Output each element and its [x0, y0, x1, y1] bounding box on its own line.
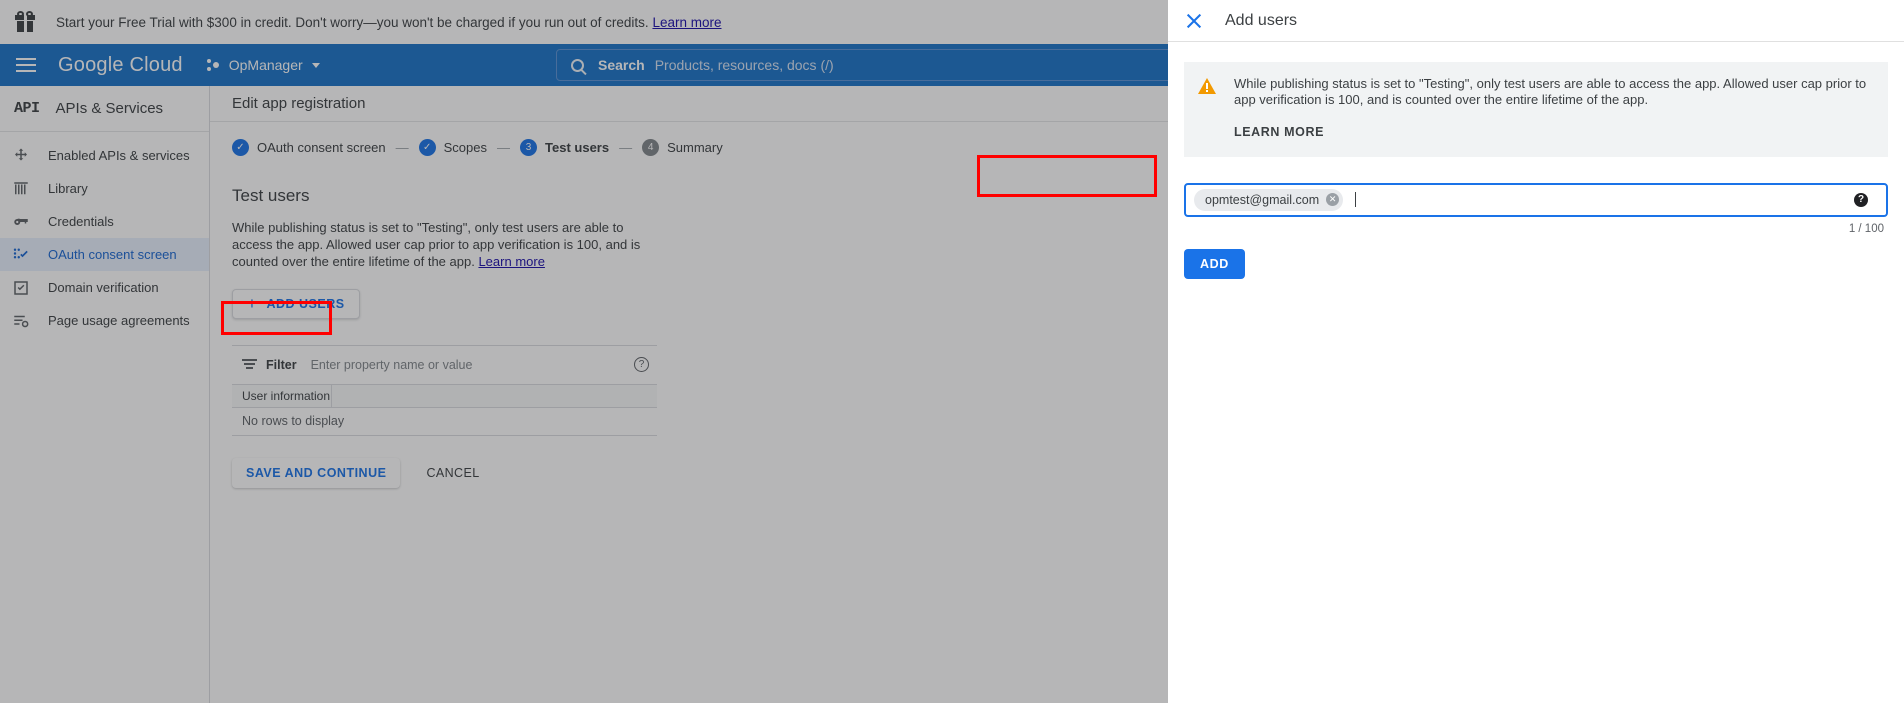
modal-scrim[interactable]: [0, 0, 1168, 703]
email-chip[interactable]: opmtest@gmail.com ✕: [1194, 188, 1344, 211]
close-icon[interactable]: [1185, 12, 1203, 30]
text-cursor: [1355, 192, 1357, 207]
panel-title: Add users: [1225, 11, 1298, 29]
chip-remove-icon[interactable]: ✕: [1326, 193, 1340, 206]
warning-text: While publishing status is set to "Testi…: [1234, 76, 1867, 108]
warning-banner: While publishing status is set to "Testi…: [1184, 62, 1888, 157]
email-field-wrap: opmtest@gmail.com ✕ ? 1 / 100: [1184, 182, 1888, 235]
panel-header: Add users: [1168, 0, 1904, 42]
email-chip-input[interactable]: opmtest@gmail.com ✕ ?: [1184, 182, 1888, 217]
email-counter: 1 / 100: [1848, 222, 1884, 235]
add-users-panel: Add users While publishing status is set…: [1168, 0, 1904, 703]
warning-icon: [1198, 78, 1216, 94]
email-chip-label: opmtest@gmail.com: [1205, 192, 1320, 207]
help-icon[interactable]: ?: [1854, 192, 1868, 207]
add-button[interactable]: ADD: [1184, 248, 1245, 279]
screen: Start your Free Trial with $300 in credi…: [0, 0, 1904, 703]
warning-learn-more-button[interactable]: LEARN MORE: [1234, 125, 1324, 139]
